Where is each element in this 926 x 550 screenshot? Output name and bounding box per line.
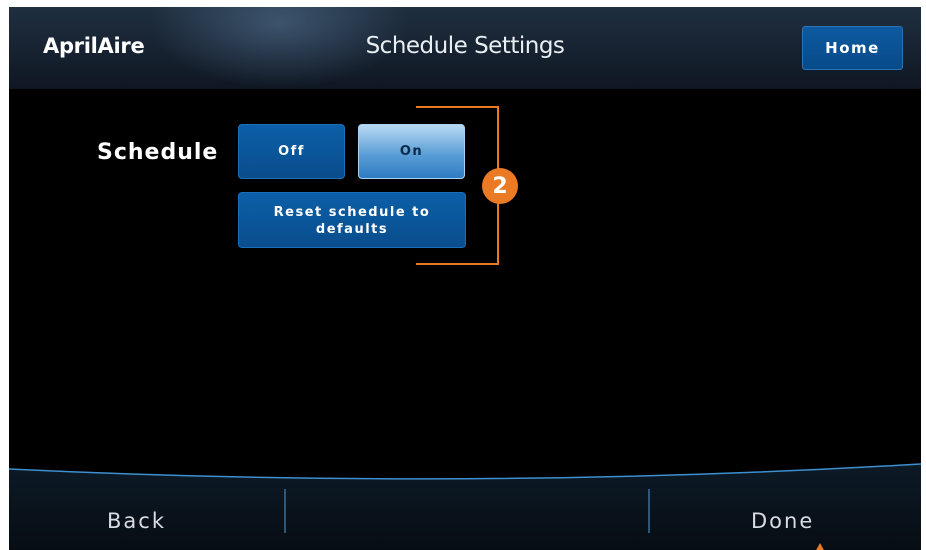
schedule-label: Schedule — [97, 140, 219, 165]
header-bar: AprilAire Schedule Settings Home — [9, 7, 921, 89]
thermostat-screen: AprilAire Schedule Settings Home Schedul… — [9, 7, 921, 550]
home-button[interactable]: Home — [802, 26, 903, 70]
done-button[interactable]: Done — [751, 509, 814, 533]
callout-badge: 2 — [482, 168, 518, 204]
back-button[interactable]: Back — [107, 509, 166, 533]
footer-bar — [9, 463, 921, 550]
page-title: Schedule Settings — [365, 33, 565, 59]
schedule-off-button[interactable]: Off — [238, 124, 345, 179]
callout-pointer-arrow — [815, 543, 825, 550]
